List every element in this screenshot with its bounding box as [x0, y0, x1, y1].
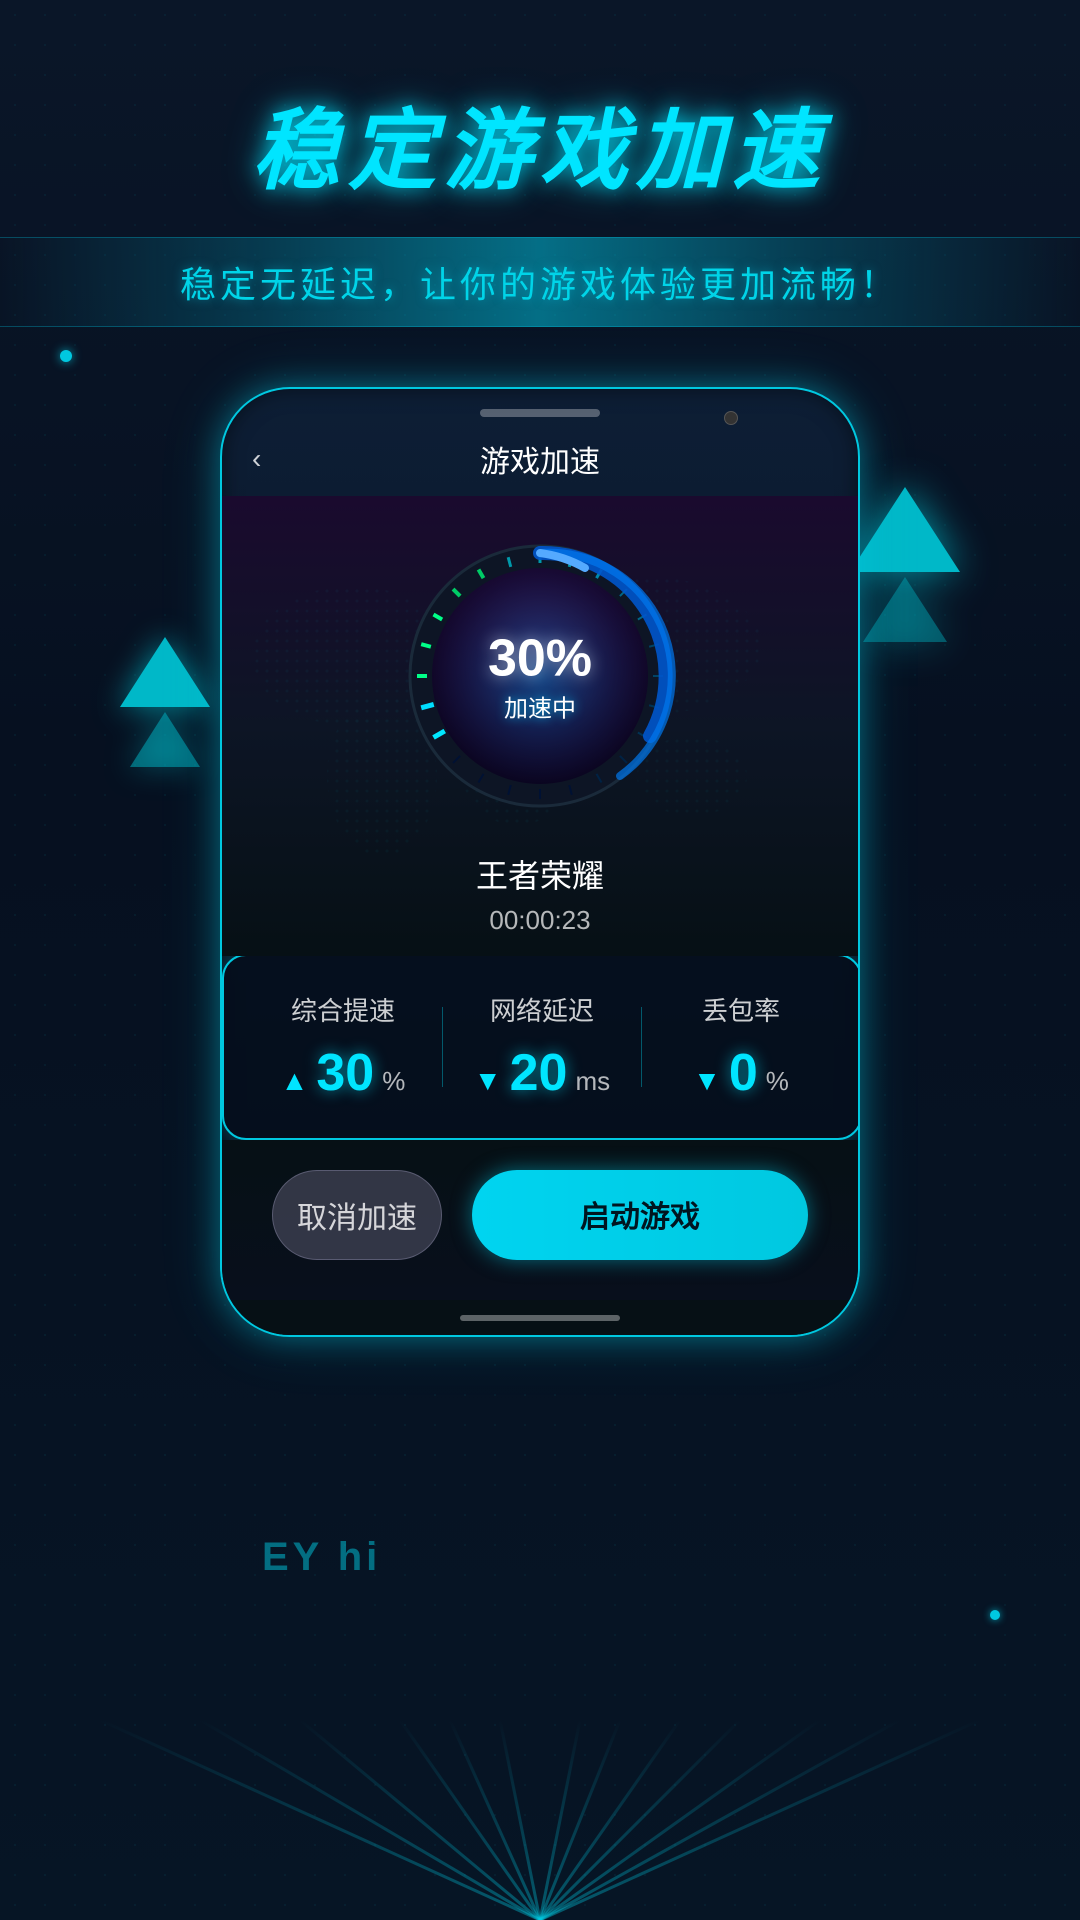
phone-frame: ‹ 游戏加速 [220, 387, 860, 1337]
stat-value-speed: ▲ 30 % [281, 1043, 406, 1103]
stat-value-packet-loss: ▼ 0 % [693, 1043, 789, 1103]
bottom-rays [0, 1720, 1080, 1920]
back-button[interactable]: ‹ [252, 443, 261, 475]
cancel-button[interactable]: 取消加速 [272, 1170, 442, 1260]
stat-label-latency: 网络延迟 [490, 991, 594, 1028]
stats-card: 综合提速 ▲ 30 % 网络延迟 ▼ 20 ms [222, 954, 860, 1140]
ey-hi-label: EY hi [262, 1535, 381, 1580]
stat-value-latency: ▼ 20 ms [474, 1043, 610, 1103]
stat-item-speed: 综合提速 ▲ 30 % [244, 991, 442, 1103]
stat-number-latency: 20 [510, 1043, 568, 1103]
arrow-left-icon [120, 637, 210, 707]
page-container: 稳定游戏加速 稳定无延迟，让你的游戏体验更加流畅！ ‹ 游戏加速 [0, 0, 1080, 1920]
stat-number-packet-loss: 0 [729, 1043, 758, 1103]
stat-label-packet-loss: 丢包率 [702, 991, 780, 1028]
subtitle-text: 稳定无延迟，让你的游戏体验更加流畅！ [180, 264, 900, 305]
game-timer: 00:00:23 [476, 905, 604, 936]
gauge-percent: 30% [488, 629, 592, 689]
stat-item-latency: 网络延迟 ▼ 20 ms [443, 991, 641, 1103]
game-info: 王者荣耀 00:00:23 [476, 851, 604, 936]
home-bar [460, 1315, 620, 1321]
decoration-dot-topleft [60, 350, 72, 362]
phone-bottom-buttons: 取消加速 启动游戏 [222, 1140, 858, 1300]
speedometer: 30% 加速中 [400, 536, 680, 816]
gauge-center: 30% 加速中 [488, 629, 592, 724]
phone-screen-title: 游戏加速 [480, 437, 600, 481]
start-button[interactable]: 启动游戏 [472, 1170, 808, 1260]
phone-header: ‹ 游戏加速 [222, 422, 858, 496]
stat-item-packet-loss: 丢包率 ▼ 0 % [642, 991, 840, 1103]
subtitle-banner: 稳定无延迟，让你的游戏体验更加流畅！ [0, 237, 1080, 327]
stat-unit-packet-loss: % [766, 1066, 789, 1097]
stat-unit-speed: % [382, 1066, 405, 1097]
main-title: 稳定游戏加速 [252, 80, 828, 207]
arrow-down-icon-1: ▼ [474, 1065, 502, 1097]
arrow-right-icon [850, 487, 960, 572]
phone-home-indicator [222, 1300, 858, 1335]
arrow-up-icon: ▲ [281, 1065, 309, 1097]
stat-label-speed: 综合提速 [291, 991, 395, 1028]
gauge-label: 加速中 [488, 689, 592, 724]
phone-wrapper: ‹ 游戏加速 [200, 387, 880, 1337]
stat-number-speed: 30 [316, 1043, 374, 1103]
phone-top-bar [222, 389, 858, 422]
phone-content: 30% 加速中 王者荣耀 00:00:23 [222, 496, 858, 956]
decoration-dot-bottomright [990, 1610, 1000, 1620]
arrow-down-icon-2: ▼ [693, 1065, 721, 1097]
game-name: 王者荣耀 [476, 851, 604, 897]
stat-unit-latency: ms [575, 1066, 610, 1097]
phone-notch [480, 409, 600, 417]
